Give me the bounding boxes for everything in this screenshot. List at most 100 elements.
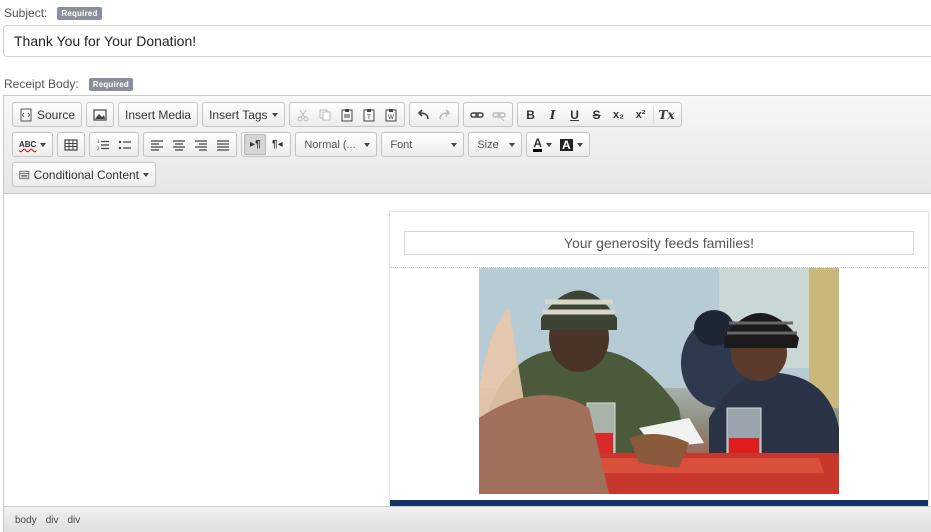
paste-word-button[interactable]: W xyxy=(380,104,402,125)
align-group xyxy=(143,132,238,157)
subject-required-badge: Required xyxy=(57,6,102,20)
conditional-content-button[interactable]: Conditional Content xyxy=(15,164,153,185)
spellcheck-icon: ABC xyxy=(19,140,37,149)
receipt-body-label: Receipt Body: Required xyxy=(4,77,133,91)
clipboard-group: T W xyxy=(288,102,405,127)
toolbar-row-2: ABC 12 ▸¶ ¶◂ Normal (... Font Size A A xyxy=(12,132,590,157)
link-icon xyxy=(469,111,484,118)
font-select[interactable]: Font xyxy=(381,132,465,157)
svg-text:W: W xyxy=(388,114,394,121)
size-select[interactable]: Size xyxy=(468,132,523,157)
numbered-list-button[interactable]: 12 xyxy=(92,134,114,155)
ltr-button[interactable]: ▸¶ xyxy=(244,134,267,155)
underline-button[interactable]: U xyxy=(564,104,586,125)
table-group xyxy=(57,132,86,157)
justify-icon xyxy=(217,139,230,151)
insert-tags-button[interactable]: Insert Tags xyxy=(205,104,281,125)
superscript-button[interactable]: x² xyxy=(630,104,652,125)
background-color-button[interactable]: A xyxy=(556,134,587,155)
unlink-icon xyxy=(491,111,506,121)
history-group xyxy=(408,102,459,127)
align-left-button[interactable] xyxy=(146,134,168,155)
text-color-icon: A xyxy=(533,135,543,152)
subject-input[interactable] xyxy=(3,25,931,57)
bullet-list-icon xyxy=(119,140,132,149)
toolbar-row-3: Conditional Content xyxy=(12,162,156,187)
path-item-div[interactable]: div xyxy=(46,515,59,526)
align-center-button[interactable] xyxy=(168,134,190,155)
subject-label-text: Subject: xyxy=(4,6,48,20)
unlink-button[interactable] xyxy=(488,104,510,125)
font-select-value: Font xyxy=(390,138,413,151)
element-path-bar: body div div xyxy=(4,506,931,532)
align-right-button[interactable] xyxy=(190,134,212,155)
editor-content-area[interactable]: Your generosity feeds families! xyxy=(4,194,931,506)
remove-format-button[interactable]: Tx xyxy=(655,104,679,125)
cut-button[interactable] xyxy=(292,104,314,125)
copy-icon xyxy=(319,109,331,120)
toolbar-separator xyxy=(652,106,654,123)
bullet-list-button[interactable] xyxy=(114,134,136,155)
paste-text-icon: T xyxy=(363,108,375,121)
remove-format-icon: Tx xyxy=(658,107,675,122)
path-item-div[interactable]: div xyxy=(67,515,80,526)
background-color-icon: A xyxy=(560,137,573,152)
insert-media-group: Insert Media xyxy=(118,102,199,127)
justify-button[interactable] xyxy=(212,134,234,155)
receipt-body-label-text: Receipt Body: xyxy=(4,77,79,91)
ltr-icon: ▸¶ xyxy=(250,139,261,150)
image-icon xyxy=(93,108,107,121)
paste-word-icon: W xyxy=(385,108,397,121)
subscript-icon: x₂ xyxy=(613,108,625,121)
link-button[interactable] xyxy=(466,104,488,125)
format-select-value: Normal (... xyxy=(304,138,356,151)
chevron-down-icon xyxy=(546,142,553,147)
undo-button[interactable] xyxy=(412,104,434,125)
image-button[interactable] xyxy=(89,104,111,125)
superscript-icon: x² xyxy=(635,108,646,121)
insert-tags-group: Insert Tags xyxy=(202,102,285,127)
chevron-down-icon xyxy=(271,112,278,117)
conditional-content-group: Conditional Content xyxy=(12,162,156,187)
source-button[interactable]: Source xyxy=(15,104,79,125)
subscript-button[interactable]: x₂ xyxy=(608,104,630,125)
strike-button[interactable]: S xyxy=(586,104,608,125)
copy-button[interactable] xyxy=(314,104,336,125)
rich-text-editor: Source Insert Media Insert Tags T W B I … xyxy=(3,95,931,532)
document-icon xyxy=(19,170,30,179)
chevron-down-icon xyxy=(509,142,516,147)
svg-text:1: 1 xyxy=(97,139,100,144)
chevron-down-icon xyxy=(40,142,47,147)
image-group xyxy=(86,102,115,127)
source-group: Source xyxy=(12,102,83,127)
undo-icon xyxy=(417,108,429,119)
text-color-button[interactable]: A xyxy=(529,134,556,155)
redo-button[interactable] xyxy=(434,104,456,125)
size-select-value: Size xyxy=(477,138,499,151)
bold-icon: B xyxy=(526,107,535,122)
receipt-body-required-badge: Required xyxy=(88,77,133,91)
direction-group: ▸¶ ¶◂ xyxy=(241,132,292,157)
chevron-down-icon xyxy=(576,142,583,147)
spellcheck-button[interactable]: ABC xyxy=(15,134,50,155)
basic-style-group: B I U S x₂ x² Tx xyxy=(516,102,682,127)
donation-photo[interactable] xyxy=(479,268,839,494)
email-header-text[interactable]: Your generosity feeds families! xyxy=(404,231,914,255)
format-select[interactable]: Normal (... xyxy=(295,132,378,157)
email-template: Your generosity feeds families! xyxy=(389,211,929,506)
insert-tags-label: Insert Tags xyxy=(209,107,268,122)
bold-button[interactable]: B xyxy=(520,104,542,125)
chevron-down-icon xyxy=(143,172,149,177)
conditional-content-label: Conditional Content xyxy=(33,167,139,182)
underline-icon: U xyxy=(570,107,579,122)
align-right-icon xyxy=(195,139,208,151)
path-item-body[interactable]: body xyxy=(15,515,37,526)
paste-text-button[interactable]: T xyxy=(358,104,380,125)
insert-media-button[interactable]: Insert Media xyxy=(121,104,195,125)
rtl-button[interactable]: ¶◂ xyxy=(266,134,288,155)
paste-button[interactable] xyxy=(336,104,358,125)
italic-button[interactable]: I xyxy=(542,104,564,125)
table-button[interactable] xyxy=(60,134,82,155)
chevron-down-icon xyxy=(364,142,371,147)
italic-icon: I xyxy=(549,107,556,122)
